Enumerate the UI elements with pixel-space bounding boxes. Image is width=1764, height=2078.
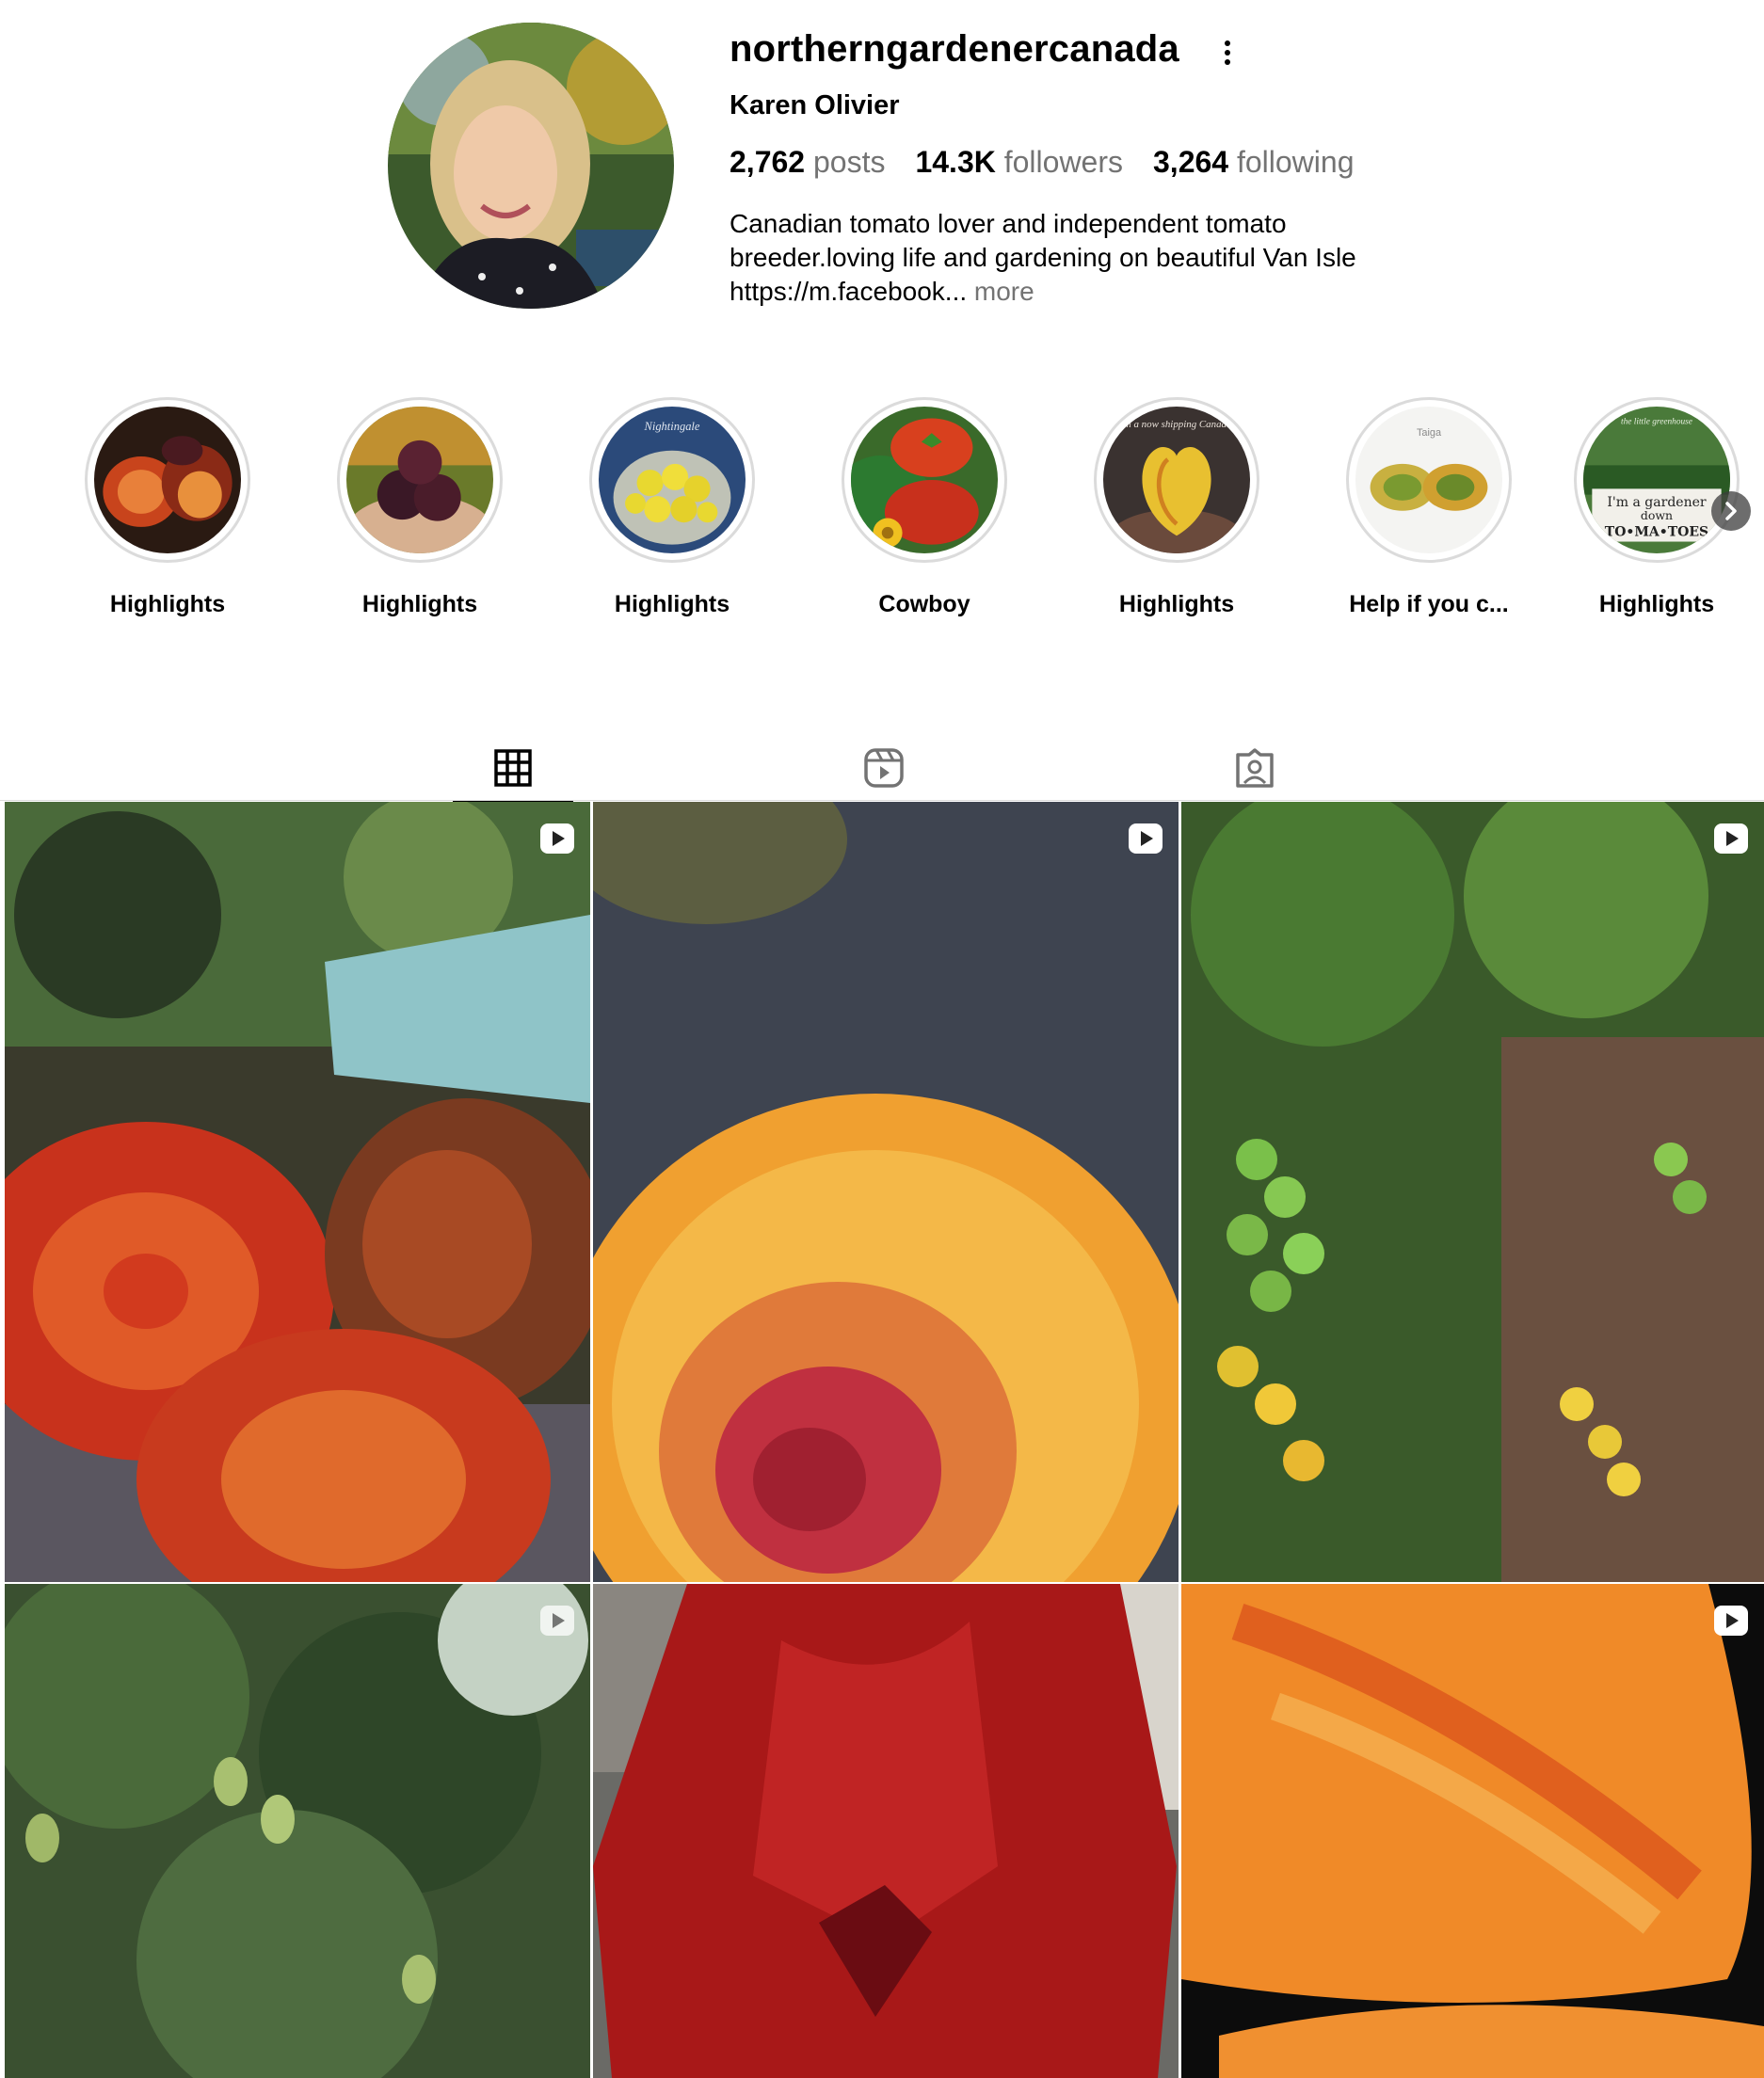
highlight-label: Cowboy [878, 591, 970, 617]
highlight-item[interactable]: Taiga Help if you c... [1316, 397, 1542, 618]
post-image [5, 1584, 590, 2078]
reel-badge-icon [1714, 823, 1748, 854]
posts-count: 2,762 posts [730, 145, 886, 179]
post-image [593, 802, 1179, 1582]
grid-icon [494, 749, 532, 787]
post-tile[interactable] [593, 1584, 1179, 2078]
highlight-overlay-text: Taiga [1417, 427, 1442, 439]
tagged-user-icon [1236, 748, 1274, 788]
highlight-label: Highlights [1598, 591, 1715, 617]
profile-stats: 2,762 posts 14.3K followers 3,264 follow… [730, 145, 1384, 180]
highlight-label: Highlights [614, 591, 730, 617]
sign-text: down [1641, 508, 1673, 522]
highlight-item[interactable]: Highlights [307, 397, 533, 618]
profile-username: northerngardenercanada [730, 28, 1179, 70]
highlight-label: Highlights [361, 591, 478, 617]
tab-reels[interactable] [824, 734, 944, 802]
post-tile[interactable] [593, 802, 1179, 1582]
reel-badge-icon [1714, 1606, 1748, 1636]
post-tile[interactable] [5, 1584, 590, 2078]
profile-bio: Canadian tomato lover and independent to… [730, 207, 1445, 309]
tabs-divider [0, 800, 1764, 801]
highlight-item[interactable]: Cowboy [811, 397, 1037, 618]
bio-line: breeder.loving life and gardening on bea… [730, 243, 1356, 272]
bio-line: Canadian tomato lover and independent to… [730, 209, 1287, 238]
post-image [593, 1584, 1179, 2078]
highlight-overlay-text: the little greenhouse [1621, 418, 1692, 427]
yellow-tomatoes-bowl-thumbnail: Nightingale [599, 407, 746, 553]
more-options-icon[interactable] [1214, 36, 1241, 70]
highlights-next-chevron-icon[interactable] [1711, 491, 1751, 531]
followers-link[interactable]: 14.3K followers [915, 145, 1123, 180]
post-image [1181, 1584, 1764, 2078]
taiga-tomato-thumbnail: Taiga [1355, 407, 1502, 553]
following-link[interactable]: 3,264 following [1153, 145, 1354, 180]
heart-tomato-thumbnail: I'm a now shipping Canada! [1103, 407, 1250, 553]
sliced-tomato-thumbnail [94, 407, 241, 553]
post-tile[interactable] [1181, 802, 1764, 1582]
reels-icon [864, 748, 904, 788]
highlight-item[interactable]: Highlights [55, 397, 281, 618]
reel-badge-icon [1129, 823, 1163, 854]
highlight-overlay-text: Nightingale [644, 420, 700, 433]
bio-more-button[interactable]: more [974, 277, 1034, 306]
post-tile[interactable] [5, 802, 590, 1582]
highlight-label: Highlights [109, 591, 226, 617]
highlight-label: Highlights [1118, 591, 1235, 617]
dark-tomatoes-in-hand-thumbnail [346, 407, 493, 553]
gardener-sign-thumbnail: the little greenhouse I'm a gardener dow… [1583, 407, 1730, 553]
profile-avatar[interactable] [388, 23, 674, 309]
tab-tagged[interactable] [1195, 734, 1315, 802]
reel-badge-icon [540, 823, 574, 854]
tab-posts[interactable] [453, 734, 573, 804]
highlight-item[interactable]: Nightingale Highlights [559, 397, 785, 618]
post-image [1181, 802, 1764, 1582]
post-tile[interactable] [1181, 1584, 1764, 2078]
highlight-overlay-text: I'm a now shipping Canada! [1117, 419, 1235, 430]
red-tomatoes-thumbnail [851, 407, 998, 553]
reel-badge-icon [540, 1606, 574, 1636]
highlight-label: Help if you c... [1349, 591, 1509, 617]
bio-link[interactable]: https://m.facebook... [730, 277, 967, 306]
highlight-item[interactable]: I'm a now shipping Canada! Highlights [1064, 397, 1290, 618]
post-image [5, 802, 590, 1582]
sign-text: TO•MA•TOES [1605, 524, 1708, 539]
profile-full-name: Karen Olivier [730, 90, 900, 120]
